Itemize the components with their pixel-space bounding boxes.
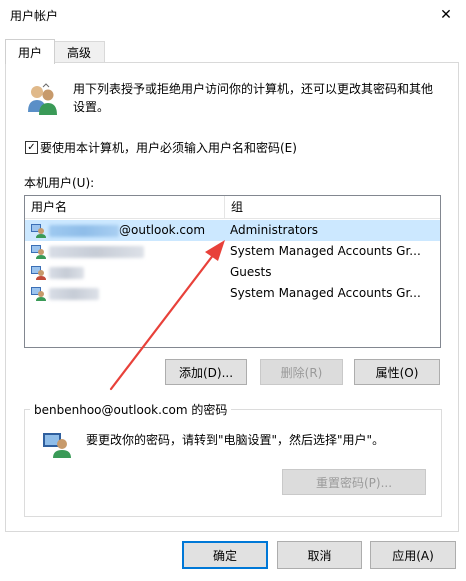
user-account-icon: [31, 224, 46, 238]
list-item[interactable]: System Managed Accounts Gr...: [25, 241, 440, 262]
row-group: Administrators: [230, 223, 319, 237]
row-username: @outlook.com: [49, 223, 205, 237]
user-account-icon: [31, 266, 46, 280]
row-username: [49, 244, 144, 258]
list-item[interactable]: @outlook.com Administrators: [25, 220, 440, 241]
properties-button[interactable]: 属性(O): [354, 359, 440, 385]
list-item[interactable]: Guests: [25, 262, 440, 283]
list-header: 用户名 组: [25, 196, 440, 219]
user-account-icon: [31, 245, 46, 259]
user-account-icon: [31, 287, 46, 301]
require-password-checkbox[interactable]: ✓: [25, 141, 38, 154]
redacted-name: [49, 266, 84, 279]
reset-password-button[interactable]: 重置密码(P)...: [282, 469, 426, 495]
intro-text: 用下列表授予或拒绝用户访问你的计算机，还可以更改其密码和其他设置。: [73, 82, 434, 114]
close-button[interactable]: ✕: [426, 0, 466, 30]
cancel-button[interactable]: 取消: [277, 541, 362, 569]
require-password-label[interactable]: 要使用本计算机，用户必须输入用户名和密码(E): [40, 139, 297, 156]
tab-advanced[interactable]: 高级: [53, 41, 105, 63]
user-account-icon: [43, 433, 71, 458]
user-list[interactable]: 用户名 组 @outlook.com Administrators System…: [24, 195, 441, 348]
ok-button[interactable]: 确定: [182, 541, 268, 569]
row-group: System Managed Accounts Gr...: [230, 244, 421, 258]
password-group-box: [24, 409, 442, 517]
column-header-username[interactable]: 用户名: [25, 196, 224, 218]
password-instructions: 要更改你的密码，请转到"电脑设置"，然后选择"用户"。: [86, 433, 385, 447]
title-bar[interactable]: [0, 0, 466, 30]
users-icon: [28, 83, 57, 115]
users-section-label: 本机用户(U):: [24, 176, 95, 190]
column-header-group[interactable]: 组: [225, 196, 440, 218]
remove-user-button[interactable]: 删除(R): [260, 359, 343, 385]
redacted-name: [49, 224, 119, 237]
apply-button[interactable]: 应用(A): [370, 541, 456, 569]
check-icon: ✓: [27, 141, 36, 153]
list-item[interactable]: System Managed Accounts Gr...: [25, 283, 440, 304]
tab-users[interactable]: 用户: [5, 39, 55, 64]
row-group: System Managed Accounts Gr...: [230, 286, 421, 300]
row-group: Guests: [230, 265, 272, 279]
row-username: [49, 265, 84, 279]
redacted-name: [49, 245, 144, 258]
password-group-title: benbenhoo@outlook.com 的密码: [30, 401, 232, 418]
redacted-name: [49, 287, 99, 300]
row-username: [49, 286, 99, 300]
window-title: 用户帐户: [10, 9, 59, 23]
add-user-button[interactable]: 添加(D)...: [165, 359, 247, 385]
close-icon: ✕: [440, 7, 452, 23]
